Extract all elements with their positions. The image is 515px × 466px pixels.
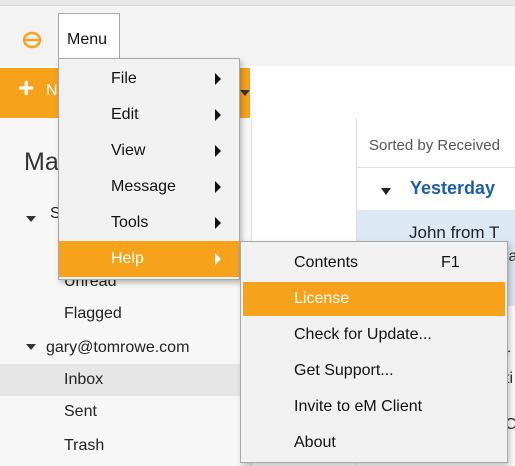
- help-item-license[interactable]: License: [243, 282, 505, 316]
- account-gary[interactable]: gary@tomrowe.com: [0, 332, 252, 364]
- help-item-check-for-update[interactable]: Check for Update...: [243, 318, 505, 352]
- folder-flagged[interactable]: Flagged: [0, 298, 252, 330]
- plus-icon: +: [18, 72, 35, 103]
- menu-item-label: Edit: [111, 106, 139, 123]
- submenu-arrow-icon: [215, 73, 221, 85]
- help-item-label: About: [294, 434, 336, 451]
- menu-item-help[interactable]: Help: [59, 241, 239, 277]
- help-item-label: Contents: [294, 254, 359, 271]
- help-submenu: Contents F1 License Check for Update... …: [240, 241, 508, 463]
- menu-item-file[interactable]: File: [59, 61, 239, 97]
- menu-item-view[interactable]: View: [59, 133, 239, 169]
- group-caret-icon[interactable]: [381, 188, 391, 195]
- shortcut-label: F1: [441, 254, 460, 271]
- folder-sent[interactable]: Sent: [0, 396, 252, 428]
- sidebar-heading: Ma: [24, 148, 59, 176]
- folder-trash[interactable]: Trash: [0, 430, 252, 462]
- help-item-contents[interactable]: Contents F1: [243, 246, 505, 280]
- new-dropdown-icon[interactable]: [240, 90, 250, 96]
- em-client-logo-icon[interactable]: [22, 30, 42, 50]
- submenu-arrow-icon: [215, 145, 221, 157]
- menu-item-label: Message: [111, 178, 176, 195]
- main-menu-dropdown: File Edit View Message Tools Help: [58, 58, 240, 280]
- help-item-invite[interactable]: Invite to eM Client: [243, 390, 505, 424]
- help-item-label: Check for Update...: [294, 326, 432, 343]
- menu-item-tools[interactable]: Tools: [59, 205, 239, 241]
- menu-item-edit[interactable]: Edit: [59, 97, 239, 133]
- menu-item-label: File: [111, 70, 137, 87]
- help-item-label: Get Support...: [294, 362, 394, 379]
- submenu-arrow-icon: [215, 217, 221, 229]
- help-item-get-support[interactable]: Get Support...: [243, 354, 505, 388]
- sort-selector[interactable]: Sorted by Received: [357, 128, 515, 168]
- help-item-about[interactable]: About: [243, 426, 505, 460]
- submenu-arrow-icon: [215, 109, 221, 121]
- menu-bar: Menu: [0, 6, 515, 66]
- folder-inbox[interactable]: Inbox: [0, 364, 252, 396]
- menu-item-label: Tools: [111, 214, 149, 231]
- new-button-label: N: [46, 82, 58, 99]
- help-item-label: Invite to eM Client: [294, 398, 423, 415]
- message-sender: John from T: [409, 223, 500, 242]
- submenu-arrow-icon: [215, 253, 221, 265]
- menu-item-label: Help: [111, 250, 144, 267]
- menu-item-label: View: [111, 142, 146, 159]
- help-item-label: License: [294, 290, 350, 307]
- submenu-arrow-icon: [215, 181, 221, 193]
- group-header-yesterday[interactable]: Yesterday: [410, 178, 495, 199]
- menu-item-message[interactable]: Message: [59, 169, 239, 205]
